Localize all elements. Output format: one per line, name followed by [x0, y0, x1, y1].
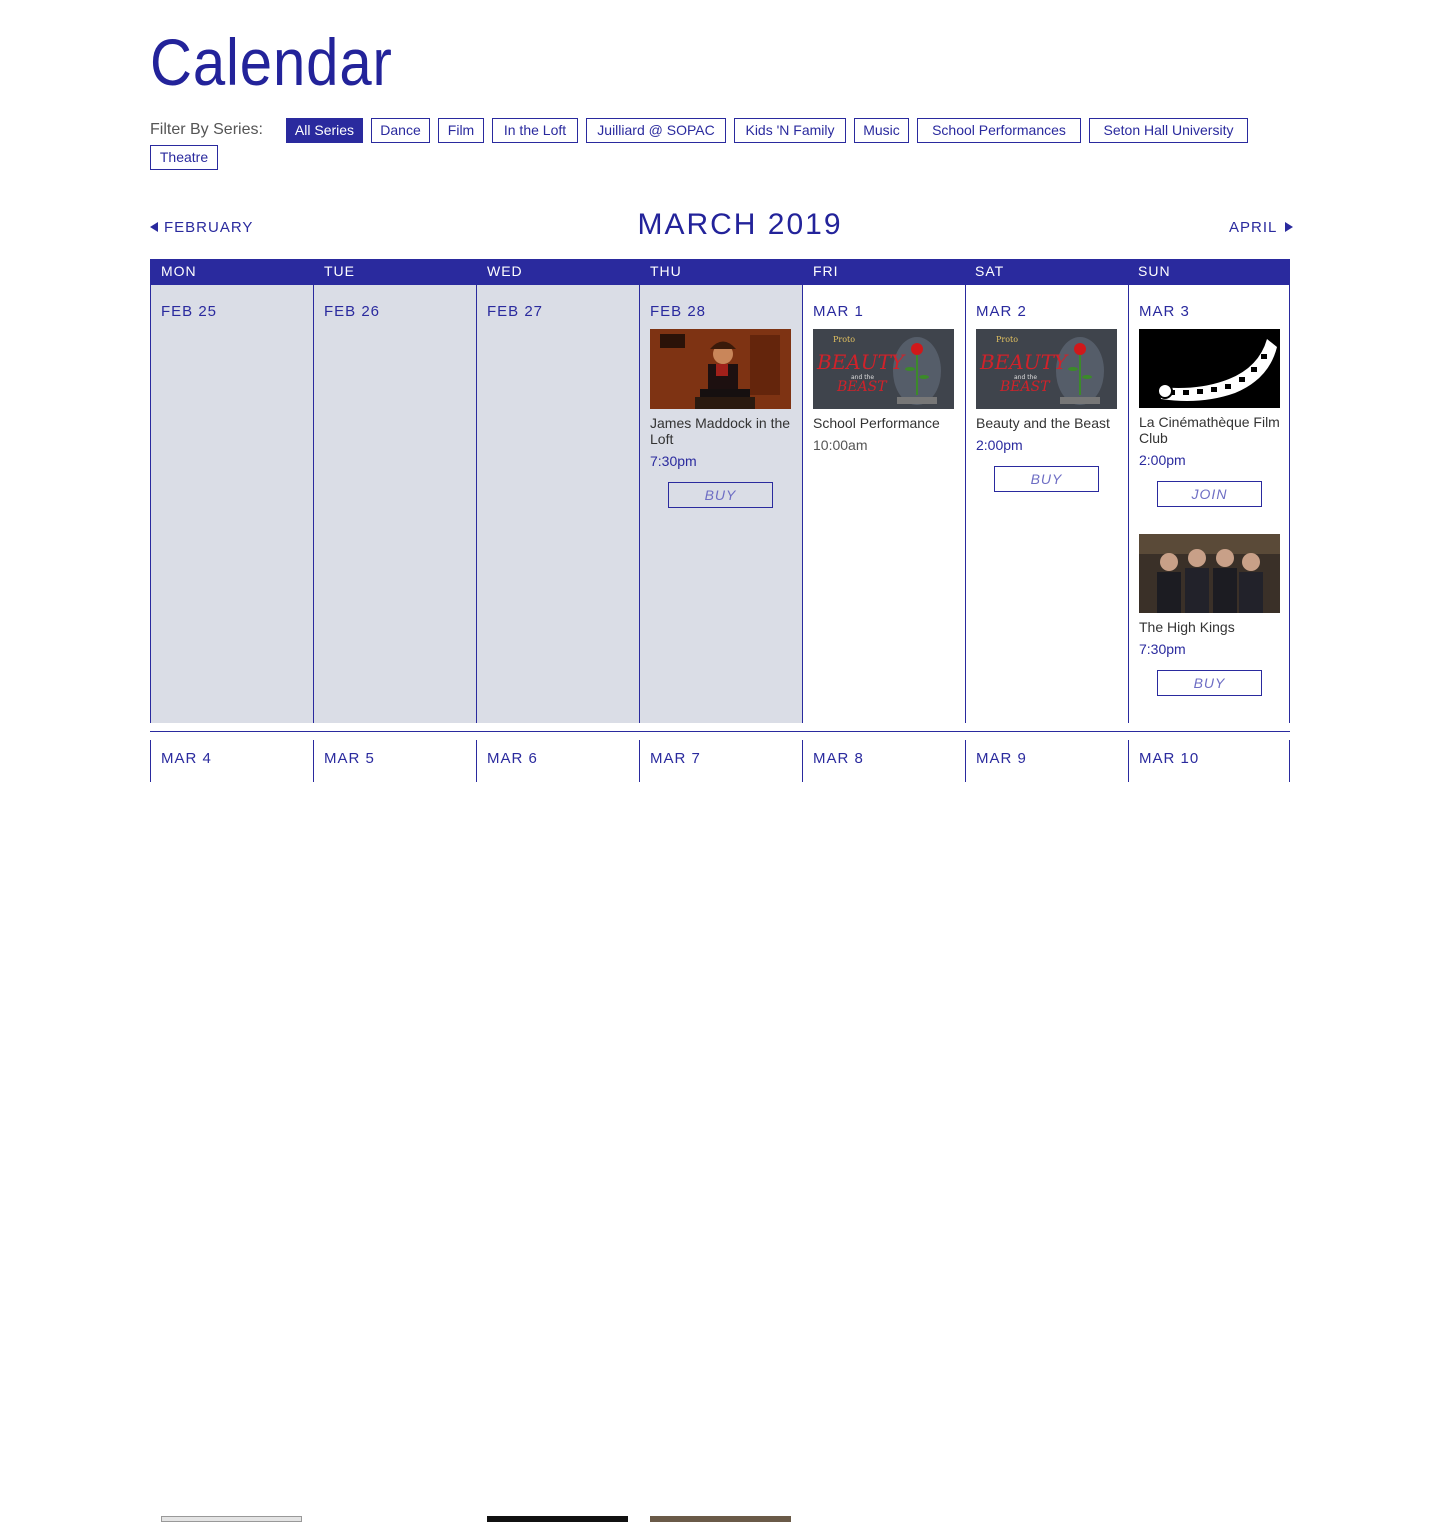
current-month: MARCH 2019: [637, 208, 843, 241]
day-date: FEB 26: [324, 303, 381, 320]
day-date: MAR 4: [161, 750, 212, 767]
filter-music[interactable]: Music: [854, 118, 909, 143]
day-date: MAR 7: [650, 750, 701, 767]
event-time: 2:00pm: [976, 437, 1023, 453]
day-cell: MAR 8: [802, 740, 965, 782]
day-date: FEB 25: [161, 303, 218, 320]
weekday-sun: SUN: [1138, 263, 1171, 279]
day-cell: FEB 25: [150, 285, 313, 723]
day-cell: MAR 9: [965, 740, 1128, 782]
page-title: Calendar: [150, 25, 393, 99]
calendar-page: Calendar Filter By Series: All Series Da…: [0, 0, 1439, 1522]
event-image[interactable]: Proto BEAUTY and the BEAST: [813, 329, 954, 409]
weekday-mon: MON: [161, 263, 197, 279]
poster-title-top: BEAUTY: [979, 350, 1069, 374]
event-card: Proto BEAUTY and the BEAST Beauty and th…: [976, 329, 1117, 492]
day-cell: FEB 28 James Maddock in the Loft 7:30pm: [639, 285, 802, 723]
prev-month-link[interactable]: FEBRUARY: [150, 219, 253, 236]
buy-button[interactable]: BUY: [994, 466, 1099, 492]
join-button[interactable]: JOIN: [1157, 481, 1262, 507]
event-title[interactable]: The High Kings: [1139, 619, 1280, 635]
event-card: La Cinémathèque Film Club 2:00pm JOIN: [1139, 329, 1280, 507]
event-time: 10:00am: [813, 437, 868, 453]
event-image[interactable]: [650, 1516, 791, 1522]
filter-label: Filter By Series:: [150, 121, 263, 138]
filter-in-the-loft[interactable]: In the Loft: [492, 118, 578, 143]
event-time: 7:30pm: [650, 453, 697, 469]
event-title[interactable]: James Maddock in the Loft: [650, 415, 791, 447]
day-cell: MAR 5: [313, 740, 476, 782]
poster-presenter: Proto: [996, 335, 1018, 344]
weekday-wed: WED: [487, 263, 523, 279]
day-cell: MAR 6: [476, 740, 639, 1522]
week-divider: [150, 731, 1290, 732]
event-card: Proto BEAUTY and the BEAST School Perfor…: [813, 329, 954, 453]
day-date: FEB 28: [650, 303, 707, 320]
day-date: MAR 10: [1139, 750, 1200, 767]
poster-title-top: BEAUTY: [816, 350, 906, 374]
buy-button[interactable]: BUY: [1157, 670, 1262, 696]
day-cell: FEB 26: [313, 285, 476, 723]
event-image[interactable]: [650, 329, 791, 409]
prev-month-label: FEBRUARY: [164, 219, 254, 236]
filter-theatre[interactable]: Theatre: [150, 145, 218, 170]
weekday-fri: FRI: [813, 263, 839, 279]
next-month-label: APRIL: [1229, 219, 1278, 236]
weekday-sat: SAT: [975, 263, 1005, 279]
arrow-left-icon: [150, 222, 158, 232]
day-date: MAR 6: [487, 750, 538, 767]
day-date: MAR 8: [813, 750, 864, 767]
filter-dance[interactable]: Dance: [371, 118, 430, 143]
day-cell: MAR 7: [639, 740, 802, 1522]
arrow-right-icon: [1285, 222, 1294, 232]
filter-juilliard-sopac[interactable]: Juilliard @ SOPAC: [586, 118, 726, 143]
day-cell: MAR 2 Proto BEAUTY and the BEAST Beauty: [965, 285, 1128, 723]
event-image[interactable]: [487, 1516, 628, 1522]
weekday-header: MON TUE WED THU FRI SAT SUN: [150, 259, 1290, 285]
filter-school-performances[interactable]: School Performances: [917, 118, 1081, 143]
next-month-link[interactable]: APRIL: [1229, 219, 1294, 236]
buy-button[interactable]: BUY: [668, 482, 773, 508]
event-image[interactable]: [161, 1516, 302, 1522]
day-date: MAR 3: [1139, 303, 1190, 320]
filter-seton-hall-university[interactable]: Seton Hall University: [1089, 118, 1248, 143]
day-date: MAR 2: [976, 303, 1027, 320]
event-title[interactable]: School Performance: [813, 415, 954, 431]
event-title[interactable]: La Cinémathèque Film Club: [1139, 414, 1280, 446]
event-card: The High Kings 7:30pm BUY: [1139, 534, 1280, 696]
day-date: FEB 27: [487, 303, 544, 320]
day-date: MAR 1: [813, 303, 864, 320]
weekday-thu: THU: [650, 263, 682, 279]
event-image[interactable]: [1139, 329, 1280, 408]
event-title[interactable]: Beauty and the Beast: [976, 415, 1117, 431]
poster-title-bottom: BEAST: [999, 379, 1051, 395]
filter-all-series[interactable]: All Series: [286, 118, 363, 143]
event-time: 7:30pm: [1139, 641, 1186, 657]
filter-kids-n-family[interactable]: Kids 'N Family: [734, 118, 846, 143]
event-card: James Maddock in the Loft 7:30pm BUY: [650, 329, 791, 508]
event-image[interactable]: Proto BEAUTY and the BEAST: [976, 329, 1117, 409]
day-cell: MAR 4: [150, 740, 313, 1522]
poster-title-bottom: BEAST: [836, 379, 888, 395]
filter-film[interactable]: Film: [438, 118, 484, 143]
event-time: 2:00pm: [1139, 452, 1186, 468]
poster-presenter: Proto: [833, 335, 855, 344]
event-image[interactable]: [1139, 534, 1280, 613]
day-cell: FEB 27: [476, 285, 639, 723]
day-date: MAR 9: [976, 750, 1027, 767]
day-cell: MAR 10: [1128, 740, 1290, 782]
day-cell: MAR 1 Proto BEAUTY and the BEAST School: [802, 285, 965, 723]
day-date: MAR 5: [324, 750, 375, 767]
weekday-tue: TUE: [324, 263, 355, 279]
day-cell: MAR 3 La Cinémathèque Film Club 2:00pm J…: [1128, 285, 1290, 723]
